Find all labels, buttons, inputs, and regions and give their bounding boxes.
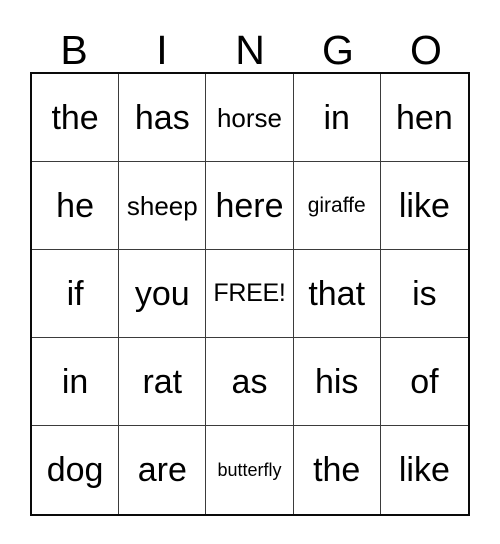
bingo-cell[interactable]: if — [32, 250, 120, 338]
bingo-cell-word: that — [308, 274, 366, 313]
bingo-cell[interactable]: the — [32, 74, 120, 162]
bingo-cell-word: he — [56, 186, 94, 225]
bingo-cell[interactable]: the — [293, 426, 381, 514]
bingo-cell[interactable]: like — [380, 426, 468, 514]
bingo-cell-word: are — [137, 451, 187, 489]
bingo-cell[interactable]: in — [293, 74, 381, 162]
bingo-header-letter-g: G — [322, 27, 354, 73]
bingo-cell-word: like — [398, 451, 450, 489]
bingo-free-space-cell[interactable]: FREE! — [206, 250, 294, 338]
bingo-grid: the has horse in hen he sheep here giraffe like if… — [30, 72, 470, 516]
bingo-cell-word: in — [323, 98, 350, 137]
bingo-header-letter-n: N — [235, 27, 265, 73]
bingo-cell-word: in — [61, 362, 89, 401]
bingo-cell[interactable]: like — [380, 162, 468, 250]
bingo-header-letter-b: B — [60, 27, 88, 73]
bingo-cell-word: horse — [216, 102, 283, 133]
bingo-cell[interactable]: rat — [119, 338, 207, 426]
bingo-cell-word: butterfly — [217, 460, 282, 480]
bingo-cell-word: giraffe — [307, 194, 366, 217]
bingo-cell-word: his — [314, 362, 359, 401]
bingo-cell[interactable]: butterfly — [206, 426, 294, 514]
bingo-cell[interactable]: has — [119, 74, 207, 162]
bingo-cell-word: rat — [142, 362, 183, 401]
bingo-cell[interactable]: in — [32, 338, 120, 426]
bingo-cell[interactable]: horse — [206, 74, 294, 162]
bingo-cell-word: dog — [46, 451, 104, 489]
bingo-card: BINGO the has horse in hen he sheep here giraffe… — [0, 0, 500, 544]
bingo-free-space-label: FREE! — [213, 279, 286, 307]
bingo-cell[interactable]: you — [119, 250, 207, 338]
bingo-cell[interactable]: his — [293, 338, 381, 426]
bingo-cell[interactable]: sheep — [119, 162, 207, 250]
bingo-cell[interactable]: dog — [32, 426, 120, 514]
bingo-cell-word: sheep — [126, 190, 198, 221]
bingo-cell-word: the — [51, 98, 99, 137]
bingo-header-letter-i: I — [156, 27, 168, 73]
bingo-cell[interactable]: that — [293, 250, 381, 338]
bingo-cell-word: you — [134, 274, 190, 313]
bingo-header-row: BINGO — [30, 22, 470, 72]
bingo-cell-word: hen — [396, 98, 453, 137]
bingo-header-letter-o: O — [410, 27, 442, 73]
bingo-cell[interactable]: as — [206, 338, 294, 426]
bingo-cell-word: as — [231, 362, 268, 401]
bingo-cell-word: like — [398, 186, 450, 225]
bingo-cell-word: the — [313, 451, 361, 489]
bingo-cell[interactable]: of — [380, 338, 468, 426]
bingo-cell-word: has — [134, 98, 190, 137]
bingo-cell-word: is — [412, 274, 437, 313]
bingo-cell[interactable]: here — [206, 162, 294, 250]
bingo-cell-word: if — [66, 274, 84, 313]
bingo-cell[interactable]: he — [32, 162, 120, 250]
bingo-cell-word: of — [410, 362, 439, 401]
bingo-cell[interactable]: are — [119, 426, 207, 514]
bingo-cell[interactable]: is — [380, 250, 468, 338]
bingo-cell-word: here — [215, 186, 284, 225]
bingo-cell[interactable]: giraffe — [293, 162, 381, 250]
bingo-cell[interactable]: hen — [380, 74, 468, 162]
